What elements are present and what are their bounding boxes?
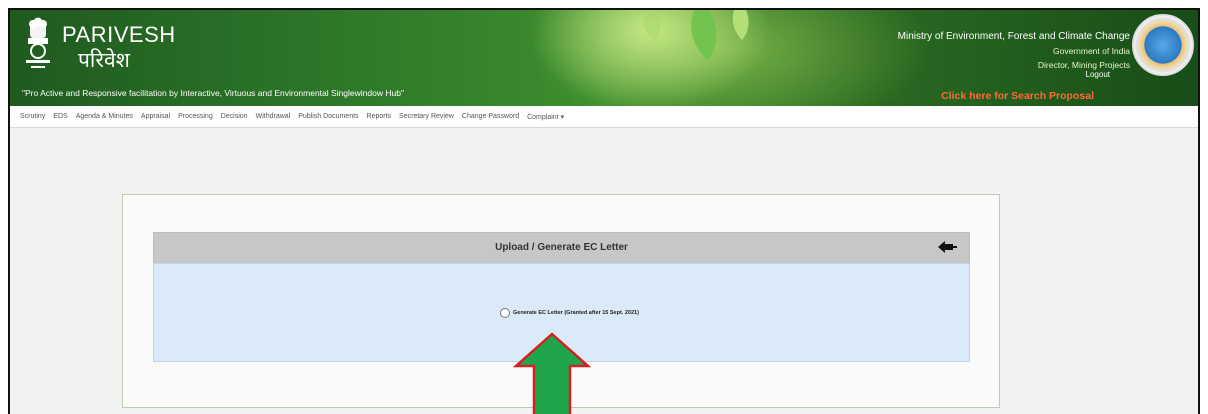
- nav-item-agenda-minutes[interactable]: Agenda & Minutes: [76, 113, 133, 120]
- nav-item-appraisal[interactable]: Appraisal: [141, 113, 170, 120]
- site-header: PARIVESH परिवेश "Pro Active and Responsi…: [10, 10, 1198, 106]
- search-proposal-link[interactable]: Click here for Search Proposal: [941, 90, 1094, 102]
- panel-header: Upload / Generate EC Letter: [153, 232, 970, 264]
- browser-frame: PARIVESH परिवेश "Pro Active and Responsi…: [8, 8, 1200, 414]
- nav-item-reports[interactable]: Reports: [367, 113, 392, 120]
- tagline: "Pro Active and Responsive facilitation …: [22, 88, 404, 98]
- nav-item-scrutiny[interactable]: Scrutiny: [20, 113, 45, 120]
- ministry-name: Ministry of Environment, Forest and Clim…: [897, 31, 1130, 42]
- nav-item-processing[interactable]: Processing: [178, 113, 213, 120]
- nav-item-publish-documents[interactable]: Publish Documents: [298, 113, 358, 120]
- generate-ec-label[interactable]: Generate EC Letter (Granted after 15 Sep…: [513, 310, 639, 316]
- back-arrow-icon[interactable]: [937, 239, 957, 255]
- brand-name-english: PARIVESH: [62, 22, 176, 47]
- up-arrow-annotation-icon: [512, 332, 592, 414]
- logout-link[interactable]: Logout: [1086, 70, 1110, 79]
- nav-item-secretary-review[interactable]: Secretary Review: [399, 113, 454, 120]
- nav-item-eds[interactable]: EDS: [53, 113, 67, 120]
- nav-item-withdrawal[interactable]: Withdrawal: [256, 113, 291, 120]
- generate-ec-radio[interactable]: [500, 308, 510, 318]
- brand-name-hindi: परिवेश: [78, 48, 130, 72]
- government-name: Government of India: [1052, 46, 1130, 56]
- panel-title: Upload / Generate EC Letter: [495, 242, 628, 253]
- main-nav: Scrutiny EDS Agenda & Minutes Appraisal …: [10, 106, 1198, 128]
- ministry-block: Ministry of Environment, Forest and Clim…: [898, 30, 1130, 72]
- ministry-logo-icon: [1132, 14, 1194, 76]
- national-emblem-icon: [26, 17, 50, 68]
- nav-item-change-password[interactable]: Change Password: [462, 113, 519, 120]
- leaf-decoration-icon: [643, 10, 749, 60]
- generate-ec-option[interactable]: Generate EC Letter (Granted after 15 Sep…: [500, 308, 639, 318]
- nav-item-complaint[interactable]: Complaint ▾: [527, 113, 564, 121]
- nav-item-decision[interactable]: Decision: [221, 113, 248, 120]
